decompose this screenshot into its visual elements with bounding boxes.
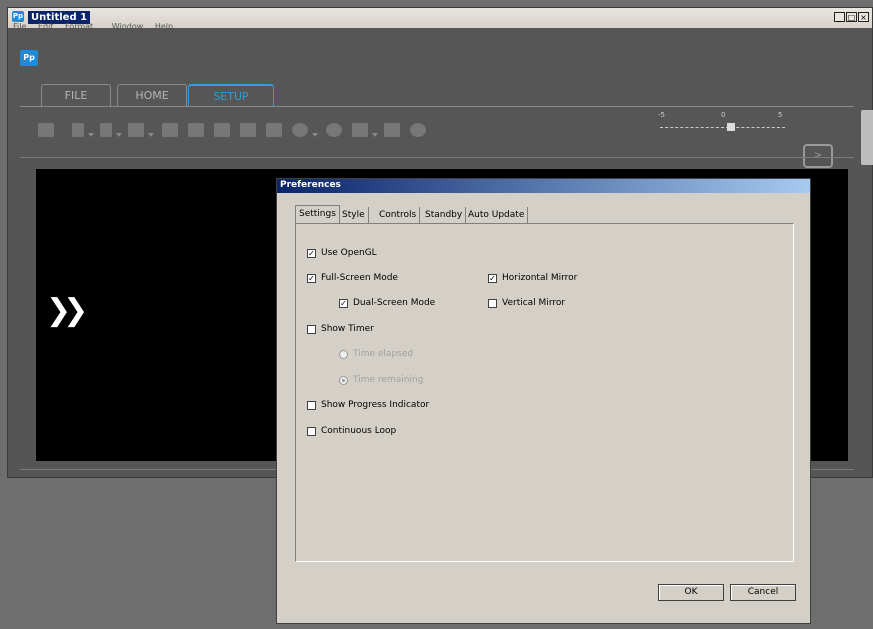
continuous-loop-label: Continuous Loop: [321, 426, 397, 436]
double-chevron-right-icon: ❯❯: [46, 293, 88, 328]
full-screen-checkbox[interactable]: ✓: [307, 274, 316, 283]
text-size-icon[interactable]: [352, 123, 368, 137]
loop-icon[interactable]: [326, 123, 342, 137]
menu-help[interactable]: Help: [155, 22, 173, 31]
cancel-button[interactable]: Cancel: [730, 584, 796, 601]
dual-screen-label: Dual-Screen Mode: [353, 298, 436, 308]
toolbar-area: Pp FILE HOME SETUP >: [8, 36, 872, 168]
close-icon[interactable]: ×: [858, 12, 869, 22]
horizontal-mirror-label: Horizontal Mirror: [502, 273, 578, 283]
page-icon[interactable]: [72, 123, 84, 137]
menu-file[interactable]: File: [13, 22, 26, 31]
menu-window[interactable]: Window: [112, 22, 144, 31]
time-elapsed-label: Time elapsed: [353, 349, 414, 359]
tab-standby[interactable]: Standby: [422, 207, 467, 223]
clear-icon[interactable]: [410, 123, 426, 137]
mirror-icon[interactable]: [214, 123, 230, 137]
window-icon[interactable]: [266, 123, 282, 137]
tab-setup[interactable]: SETUP: [188, 84, 274, 106]
vertical-mirror-label: Vertical Mirror: [502, 298, 566, 308]
show-timer-checkbox[interactable]: [307, 325, 316, 334]
dual-screen-checkbox[interactable]: ✓: [339, 299, 348, 308]
tab-settings[interactable]: Settings: [295, 205, 340, 224]
preferences-dialog: Preferences Settings Style Controls Stan…: [276, 178, 811, 624]
dialog-title: Preferences: [280, 180, 341, 190]
arrow-right-icon[interactable]: [128, 123, 144, 137]
show-progress-label: Show Progress Indicator: [321, 400, 430, 410]
film-icon[interactable]: [240, 123, 256, 137]
tab-auto-update[interactable]: Auto Update: [465, 207, 529, 223]
use-opengl-checkbox[interactable]: ✓: [307, 249, 316, 258]
app-icon: Pp: [12, 11, 24, 22]
chevron-down-icon[interactable]: [372, 133, 378, 137]
tab-home[interactable]: HOME: [117, 84, 187, 106]
dialog-title-bar: Preferences: [277, 179, 810, 193]
font-color-icon[interactable]: [384, 123, 400, 137]
import-icon[interactable]: [162, 123, 178, 137]
slider-min-label: -5: [658, 111, 665, 119]
maximize-icon[interactable]: □: [846, 12, 857, 22]
camera-icon[interactable]: [188, 123, 204, 137]
ok-button[interactable]: OK: [658, 584, 724, 601]
horizontal-mirror-checkbox[interactable]: ✓: [488, 274, 497, 283]
timer-icon[interactable]: [292, 123, 308, 137]
menu-edit[interactable]: Edit: [38, 22, 54, 31]
present-button[interactable]: >: [803, 144, 833, 168]
minimize-icon[interactable]: _: [834, 12, 845, 22]
show-progress-checkbox[interactable]: [307, 401, 316, 410]
slider-mid-label: 0: [721, 111, 726, 119]
menu-bar: File Edit Format Window Help: [8, 22, 177, 36]
full-screen-label: Full-Screen Mode: [321, 273, 398, 283]
tab-style[interactable]: Style: [339, 207, 369, 223]
document-icon[interactable]: [100, 123, 112, 137]
screen-icon[interactable]: [38, 123, 54, 137]
app-logo: Pp: [20, 50, 38, 66]
time-remaining-label: Time remaining: [353, 375, 424, 385]
chevron-down-icon[interactable]: [88, 133, 94, 137]
speed-slider-thumb[interactable]: [727, 123, 735, 131]
divider: [20, 157, 854, 158]
menu-format[interactable]: Format: [65, 22, 93, 31]
chevron-down-icon[interactable]: [148, 133, 154, 137]
tab-controls[interactable]: Controls: [376, 207, 421, 223]
chevron-down-icon[interactable]: [312, 133, 318, 137]
vertical-mirror-checkbox[interactable]: [488, 299, 497, 308]
ribbon-toolbar: [20, 106, 854, 159]
show-timer-label: Show Timer: [321, 324, 374, 334]
scrollbar-thumb[interactable]: [861, 110, 873, 165]
speed-slider-track[interactable]: [660, 127, 785, 129]
time-elapsed-radio[interactable]: [339, 350, 348, 359]
time-remaining-radio[interactable]: [339, 376, 348, 385]
slider-max-label: 5: [778, 111, 783, 119]
title-bar: Pp Untitled 1 File Edit Format Window He…: [8, 8, 872, 31]
use-opengl-label: Use OpenGL: [321, 248, 377, 258]
tab-file[interactable]: FILE: [41, 84, 111, 106]
continuous-loop-checkbox[interactable]: [307, 427, 316, 436]
chevron-down-icon[interactable]: [116, 133, 122, 137]
